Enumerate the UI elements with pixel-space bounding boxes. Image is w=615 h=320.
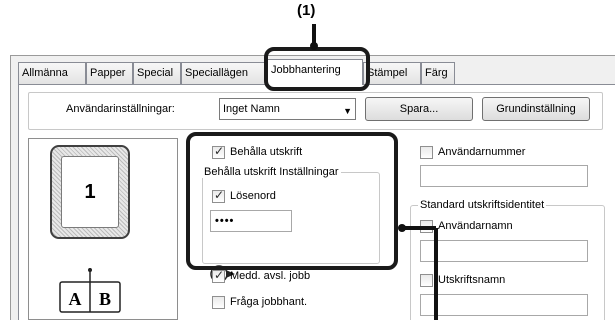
highlight-retention-settings: [186, 132, 398, 270]
tab-stamp[interactable]: Stämpel: [363, 62, 421, 84]
highlight-tab-job-handling: [264, 47, 370, 91]
job-end-notice-checkbox[interactable]: [212, 268, 225, 283]
username-field[interactable]: [420, 240, 588, 262]
job-name-label: Utskriftsnamn: [438, 274, 506, 286]
page-preview-icon: 1: [50, 145, 130, 239]
tab-paper[interactable]: Papper: [86, 62, 133, 84]
user-settings-value: Inget Namn: [223, 103, 280, 115]
tab-color[interactable]: Färg: [421, 62, 455, 84]
user-settings-select[interactable]: Inget Namn ▼: [219, 98, 356, 120]
book-icon: A B: [59, 268, 121, 313]
user-number-label: Användarnummer: [438, 146, 526, 158]
ask-job-handling-checkbox[interactable]: [212, 296, 225, 309]
page-number: 1: [61, 156, 119, 228]
tab-general[interactable]: Allmänna: [18, 62, 86, 84]
book-letter-a: A: [69, 289, 82, 309]
job-name-checkbox[interactable]: [420, 274, 433, 287]
username-checkbox[interactable]: [420, 220, 433, 233]
book-letter-b: B: [99, 289, 111, 309]
tab-special[interactable]: Special: [133, 62, 181, 84]
user-settings-label: Användarinställningar:: [66, 103, 175, 115]
job-end-notice-label: Medd. avsl. jobb: [230, 270, 311, 282]
print-identity-title: Standard utskriftsidentitet: [418, 199, 547, 211]
callout-label: (1): [297, 2, 316, 19]
user-number-field[interactable]: [420, 165, 588, 187]
username-label: Användarnamn: [438, 220, 513, 232]
ask-job-handling-label: Fråga jobbhant.: [230, 296, 308, 308]
chevron-down-icon: ▼: [343, 106, 352, 116]
tab-special-modes[interactable]: Speciallägen: [181, 62, 267, 84]
save-button[interactable]: Spara...: [365, 97, 473, 121]
job-name-field[interactable]: [420, 294, 588, 316]
default-settings-button[interactable]: Grundinställning: [482, 97, 590, 121]
user-number-checkbox[interactable]: [420, 146, 433, 159]
